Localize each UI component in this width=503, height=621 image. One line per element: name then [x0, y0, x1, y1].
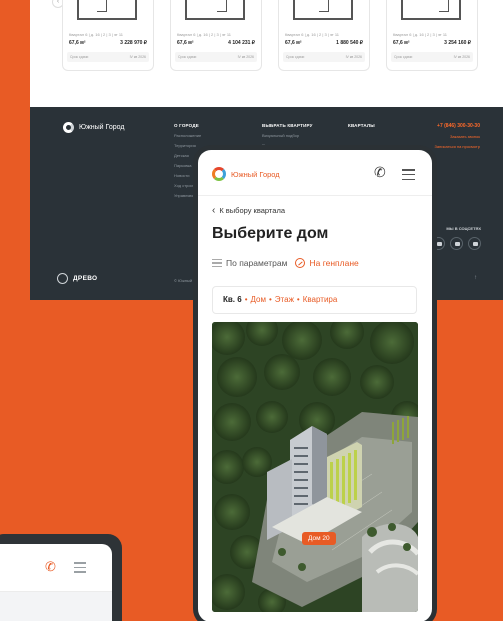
- footer-link[interactable]: Расположение: [174, 133, 209, 138]
- phone-icon[interactable]: ✆: [374, 164, 386, 181]
- aerial-render: [212, 322, 418, 612]
- apartment-card[interactable]: Квартал 6 | д. 16 | 2 | 3 | эт 11 67,6 м…: [386, 0, 478, 71]
- globe-icon: [57, 273, 68, 284]
- partner-name: ДРЕВО: [73, 275, 98, 282]
- footer-brand-name: Южный Город: [79, 124, 125, 131]
- secondary-content: [0, 592, 112, 621]
- social-youtube-icon[interactable]: [450, 237, 463, 250]
- crumb-floor[interactable]: Этаж: [275, 295, 294, 304]
- apartment-card[interactable]: Квартал 6 | д. 16 | 2 | 3 | эт 11 67,6 м…: [170, 0, 262, 71]
- footer-column-heading: КВАРТАЛЫ: [348, 123, 375, 128]
- menu-icon[interactable]: [74, 562, 86, 576]
- card-address: Квартал 6 | д. 16 | 2 | 3 | эт 11: [69, 32, 124, 37]
- filter-lines-icon: [212, 258, 222, 268]
- footer-contacts: +7 (846) 300-30-30 Заказать звонок Запис…: [435, 123, 480, 154]
- card-meta-label: Срок сдачи: [178, 55, 197, 59]
- social-telegram-icon[interactable]: [468, 237, 481, 250]
- phone-screen: Южный Город ✆ ‹ К выбору квартала Выбери…: [198, 150, 432, 621]
- card-address: Квартал 6 | д. 16 | 2 | 3 | эт 11: [177, 32, 232, 37]
- card-meta-value: IV кв 2026: [129, 55, 146, 59]
- secondary-header: ✆: [0, 544, 112, 592]
- page-title: Выберите дом: [212, 225, 329, 242]
- house-tag[interactable]: Дом 20: [302, 532, 336, 545]
- card-meta-value: IV кв 2026: [453, 55, 470, 59]
- viewing-link[interactable]: Записаться на просмотр: [435, 144, 480, 149]
- secondary-phone-screen: ✆: [0, 544, 112, 621]
- card-meta-label: Срок сдачи: [286, 55, 305, 59]
- apartment-cards-band: ‹ Квартал 6 | д. 16 | 2 | 3 | эт 11 67,6…: [30, 0, 503, 107]
- partner-logo[interactable]: ДРЕВО: [57, 273, 97, 284]
- back-link[interactable]: ‹ К выбору квартала: [212, 204, 285, 216]
- phone-mockup: Южный Город ✆ ‹ К выбору квартала Выбери…: [193, 145, 437, 621]
- footer-logo[interactable]: Южный Город: [63, 122, 124, 133]
- card-price: 4 104 231 ₽: [228, 40, 255, 46]
- callback-link[interactable]: Заказать звонок: [435, 134, 480, 139]
- card-price: 1 880 540 ₽: [336, 40, 363, 46]
- footer-column-quarters: КВАРТАЛЫ: [348, 123, 375, 133]
- card-address: Квартал 6 | д. 16 | 2 | 3 | эт 11: [285, 32, 340, 37]
- apartment-card[interactable]: Квартал 6 | д. 16 | 2 | 3 | эт 11 67,6 м…: [278, 0, 370, 71]
- footer-column-heading: ВЫБРАТЬ КВАРТИРУ: [262, 123, 313, 128]
- app-brand-name: Южный Город: [231, 169, 280, 179]
- phone-icon[interactable]: ✆: [45, 559, 56, 575]
- card-price: 3 254 160 ₽: [444, 40, 471, 46]
- aerial-masterplan-image[interactable]: Дом 20: [212, 322, 418, 612]
- brand-ring-icon: [212, 167, 226, 181]
- secondary-phone-mockup: ✆: [0, 534, 122, 621]
- apartment-card[interactable]: Квартал 6 | д. 16 | 2 | 3 | эт 11 67,6 м…: [62, 0, 154, 71]
- card-area: 67,6 м²: [393, 40, 410, 46]
- footer-column-heading: О ГОРОДЕ: [174, 123, 199, 128]
- card-area: 67,6 м²: [177, 40, 194, 46]
- menu-icon[interactable]: [402, 169, 415, 183]
- social-links: [432, 237, 481, 250]
- card-area: 67,6 м²: [69, 40, 86, 46]
- footer-link[interactable]: Визуальный подбор: [262, 133, 313, 138]
- brand-logo-icon: [63, 122, 74, 133]
- compass-icon: [295, 258, 306, 268]
- app-logo[interactable]: Южный Город: [212, 167, 280, 181]
- card-area: 67,6 м²: [285, 40, 302, 46]
- card-price: 3 228 970 ₽: [120, 40, 147, 46]
- crumb-quarter[interactable]: Кв. 6: [223, 295, 242, 304]
- mode-params-button[interactable]: По параметрам: [212, 258, 287, 268]
- mode-plan-label: На генплане: [309, 258, 359, 268]
- mode-params-label: По параметрам: [226, 258, 288, 268]
- back-link-label: К выбору квартала: [219, 206, 285, 215]
- card-meta-label: Срок сдачи: [70, 55, 89, 59]
- card-address: Квартал 6 | д. 16 | 2 | 3 | эт 11: [393, 32, 448, 37]
- floorplan-thumbnail: [293, 0, 353, 20]
- footer-arrow-icon[interactable]: ↑: [474, 275, 477, 281]
- card-meta-value: IV кв 2026: [345, 55, 362, 59]
- crumb-flat[interactable]: Квартира: [303, 295, 338, 304]
- crumb-house[interactable]: Дом: [251, 295, 266, 304]
- app-header: Южный Город ✆: [198, 150, 432, 196]
- view-mode-switch: По параметрам На генплане: [212, 258, 359, 268]
- mode-plan-button[interactable]: На генплане: [295, 258, 359, 268]
- floorplan-thumbnail: [401, 0, 461, 20]
- selection-breadcrumb: Кв. 6 • Дом • Этаж • Квартира: [212, 286, 417, 314]
- card-meta-value: IV кв 2026: [237, 55, 254, 59]
- social-label: МЫ В СОЦСЕТЯХ: [446, 226, 481, 231]
- card-meta-label: Срок сдачи: [394, 55, 413, 59]
- chevron-left-icon: ‹: [212, 204, 216, 216]
- footer-phone[interactable]: +7 (846) 300-30-30: [435, 123, 480, 129]
- floorplan-thumbnail: [77, 0, 137, 20]
- floorplan-thumbnail: [185, 0, 245, 20]
